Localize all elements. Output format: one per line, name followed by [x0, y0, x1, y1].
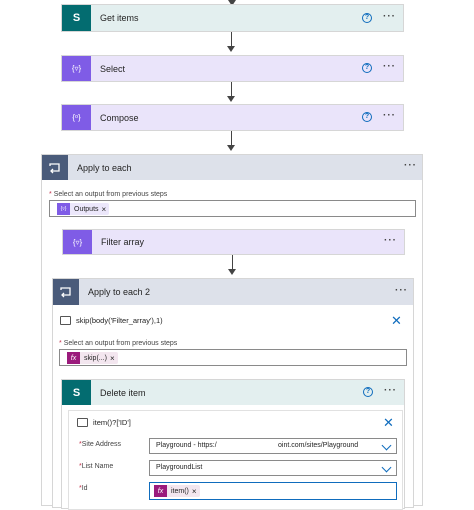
site-address-dropdown[interactable]: Playground - https:/ oint.com/sites/Play…: [149, 438, 397, 454]
arrow-head: [228, 269, 236, 275]
id-input[interactable]: fx item() ×: [149, 482, 397, 500]
remove-token-icon[interactable]: ×: [110, 354, 115, 363]
select-output-label: * Select an output from previous steps: [59, 340, 178, 347]
more-options-icon[interactable]: ···: [383, 11, 396, 22]
data-operation-icon: {▿}: [63, 230, 92, 254]
outputs-input[interactable]: {▿} Outputs ×: [49, 200, 416, 217]
connector-line: [231, 131, 232, 146]
site-address-label: *Site Address: [79, 441, 122, 448]
compose-title: Compose: [100, 112, 139, 123]
item-token[interactable]: fx item() ×: [154, 485, 200, 497]
loop-icon: [42, 155, 68, 180]
get-items-card[interactable]: S Get items ? ···: [61, 4, 404, 32]
delete-item-title: Delete item: [100, 387, 146, 398]
function-icon: fx: [67, 352, 80, 364]
delete-item-card: S Delete item ? ··· item()?['ID'] ✕ *Sit…: [61, 379, 405, 510]
more-options-icon[interactable]: ···: [384, 385, 397, 396]
more-options-icon[interactable]: ···: [404, 160, 417, 171]
arrow-head: [227, 46, 235, 52]
loop-icon: [53, 279, 79, 305]
get-items-title: Get items: [100, 13, 139, 23]
help-icon[interactable]: ?: [362, 13, 372, 23]
filter-array-title: Filter array: [101, 237, 145, 247]
compose-icon: {▿}: [57, 203, 70, 215]
sharepoint-icon: S: [62, 5, 91, 31]
select-output-label: * Select an output from previous steps: [49, 191, 168, 198]
more-options-icon[interactable]: ···: [384, 235, 397, 246]
expression-text: item()?['ID']: [93, 418, 131, 427]
expression-row: skip(body('Filter_array'),1): [60, 316, 163, 325]
compose-icon: {ᵒ}: [62, 105, 91, 130]
arrow-head: [227, 96, 235, 102]
more-options-icon[interactable]: ···: [383, 61, 396, 72]
help-icon[interactable]: ?: [362, 112, 372, 122]
list-name-label: *List Name: [79, 463, 114, 470]
delete-item-header[interactable]: S Delete item ? ···: [62, 380, 404, 405]
apply-to-each-header[interactable]: Apply to each ···: [42, 155, 422, 180]
close-icon[interactable]: ✕: [383, 416, 394, 429]
list-name-dropdown[interactable]: PlaygroundList: [149, 460, 397, 476]
select-title: Select: [100, 63, 126, 74]
outputs-token[interactable]: {▿} Outputs ×: [57, 203, 110, 215]
help-icon[interactable]: ?: [362, 63, 372, 73]
apply-to-each-container: Apply to each ··· * Select an output fro…: [41, 154, 423, 510]
close-icon[interactable]: ✕: [391, 314, 402, 327]
chevron-down-icon[interactable]: [381, 462, 392, 473]
function-icon: fx: [154, 485, 167, 497]
select-card[interactable]: {▿} Select ? ···: [61, 55, 404, 82]
apply-to-each-title: Apply to each: [77, 162, 132, 173]
expression-row: item()?['ID']: [77, 418, 131, 427]
delete-item-body: item()?['ID'] ✕ *Site Address Playground…: [68, 410, 403, 510]
compose-card[interactable]: {ᵒ} Compose ? ···: [61, 104, 404, 131]
connector-line: [231, 82, 232, 97]
apply-to-each-2-container: Apply to each 2 ··· skip(body('Filter_ar…: [52, 278, 414, 510]
skip-input[interactable]: fx skip(...) ×: [59, 349, 407, 366]
sharepoint-icon: S: [62, 380, 91, 405]
apply-to-each-2-header[interactable]: Apply to each 2 ···: [53, 279, 413, 305]
chevron-down-icon[interactable]: [381, 440, 392, 451]
more-options-icon[interactable]: ···: [395, 285, 408, 296]
comment-icon: [77, 418, 88, 427]
id-label: *Id: [79, 485, 88, 492]
data-operation-icon: {▿}: [62, 56, 91, 81]
remove-token-icon[interactable]: ×: [192, 487, 197, 496]
expression-text: skip(body('Filter_array'),1): [76, 316, 163, 325]
comment-icon: [60, 316, 71, 325]
more-options-icon[interactable]: ···: [383, 110, 396, 121]
help-icon[interactable]: ?: [363, 387, 373, 397]
apply-to-each-2-title: Apply to each 2: [88, 287, 151, 297]
arrow-head: [227, 145, 235, 151]
filter-array-card[interactable]: {▿} Filter array ···: [62, 229, 405, 255]
remove-token-icon[interactable]: ×: [102, 205, 107, 214]
skip-token[interactable]: fx skip(...) ×: [67, 352, 118, 364]
